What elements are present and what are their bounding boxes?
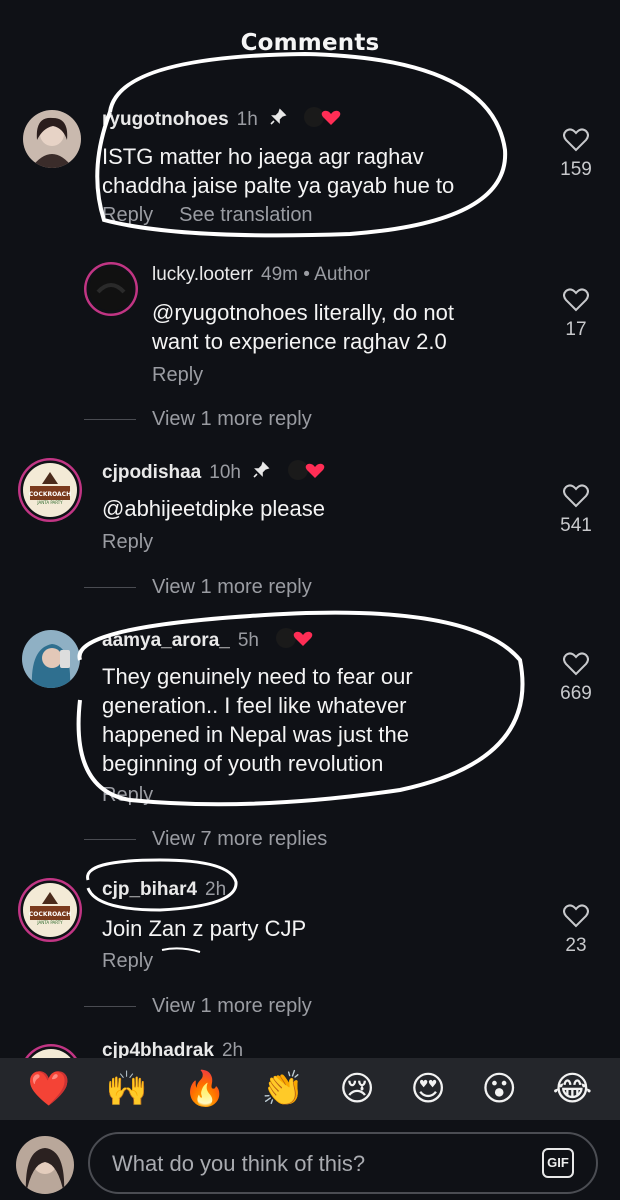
emoji-heart-eyes[interactable]: 😍 xyxy=(410,1069,445,1109)
timestamp: 5h xyxy=(237,630,259,652)
emoji-laughing[interactable]: 😂 xyxy=(552,1069,592,1109)
timestamp: 10h xyxy=(209,462,241,484)
avatar[interactable] xyxy=(23,110,81,168)
divider xyxy=(84,1006,136,1007)
like-button[interactable]: 159 xyxy=(546,128,606,181)
creator-liked-icon xyxy=(300,106,342,134)
comment-text: ISTG matter ho jaega agr raghav chaddha … xyxy=(102,144,455,198)
username[interactable]: aamya_arora_ xyxy=(102,630,230,651)
reply-button[interactable]: Reply xyxy=(102,784,153,806)
heart-outline-icon[interactable] xyxy=(563,288,589,312)
reply-button[interactable]: Reply xyxy=(152,364,203,386)
view-more-replies[interactable]: View 1 more reply xyxy=(84,408,312,431)
avatar[interactable] xyxy=(22,630,80,688)
pin-icon xyxy=(252,461,270,485)
username[interactable]: ryugotnohoes xyxy=(102,109,229,130)
emoji-fire[interactable]: 🔥 xyxy=(184,1069,226,1109)
emoji-reaction-bar: ❤️ 🙌 🔥 👏 😢 😍 😮 😂 xyxy=(0,1058,620,1120)
like-count: 17 xyxy=(565,319,587,340)
heart-outline-icon[interactable] xyxy=(563,128,589,152)
comment-text: Join Zan z party CJP xyxy=(102,916,307,941)
reply-button[interactable]: Reply xyxy=(102,204,153,226)
view-more-replies[interactable]: View 1 more reply xyxy=(84,995,312,1018)
divider xyxy=(84,587,136,588)
avatar[interactable]: COCKROACH JANTA PARTY xyxy=(18,878,82,942)
badge-text: COCKROACH xyxy=(29,491,71,498)
comment-text: @abhijeetdipke please xyxy=(102,496,325,521)
comment-header: cjp_bihar4 2h xyxy=(102,879,226,901)
avatar[interactable]: COCKROACH JANTA PARTY xyxy=(18,458,82,522)
emoji-clap[interactable]: 👏 xyxy=(262,1069,304,1109)
pin-icon xyxy=(269,108,287,132)
comment-header: aamya_arora_ 5h xyxy=(102,627,314,655)
my-avatar xyxy=(16,1136,74,1194)
divider xyxy=(84,419,136,420)
emoji-crying[interactable]: 😢 xyxy=(339,1069,374,1109)
avatar[interactable] xyxy=(84,262,138,316)
timestamp: 49m xyxy=(261,264,298,285)
view-more-replies[interactable]: View 1 more reply xyxy=(84,576,312,599)
comment-header: cjpodishaa 10h xyxy=(102,459,326,487)
author-tag: • Author xyxy=(303,264,371,285)
gif-button[interactable]: GIF xyxy=(542,1148,574,1178)
badge-text: COCKROACH xyxy=(29,911,71,918)
like-button[interactable]: 23 xyxy=(546,904,606,957)
timestamp: 2h xyxy=(205,879,227,900)
like-button[interactable]: 541 xyxy=(546,484,606,537)
comment-text: They genuinely need to fear our generati… xyxy=(102,664,413,776)
comment-header: lucky.looterr 49m • Author xyxy=(152,264,370,286)
comment-actions: Reply See translation xyxy=(102,204,339,227)
like-count: 541 xyxy=(560,515,592,536)
comment-actions: Reply xyxy=(102,784,179,807)
timestamp: 1h xyxy=(236,109,258,131)
username[interactable]: cjpodishaa xyxy=(102,462,201,483)
badge-text: JANTA PARTY xyxy=(36,500,63,505)
username[interactable]: cjp_bihar4 xyxy=(102,879,197,900)
view-more-replies[interactable]: View 7 more replies xyxy=(84,828,327,851)
emoji-surprised[interactable]: 😮 xyxy=(481,1069,516,1109)
emoji-heart[interactable]: ❤️ xyxy=(28,1069,70,1109)
comment-input[interactable]: What do you think of this? GIF xyxy=(88,1132,598,1194)
comment-actions: Reply xyxy=(102,531,179,554)
see-translation-button[interactable]: See translation xyxy=(179,204,312,226)
page-title: Comments xyxy=(240,30,380,56)
like-count: 669 xyxy=(560,683,592,704)
comment-actions: Reply xyxy=(102,950,179,973)
badge-text: JANTA PARTY xyxy=(36,920,63,925)
creator-liked-icon xyxy=(284,459,326,487)
heart-outline-icon[interactable] xyxy=(563,484,589,508)
like-button[interactable]: 669 xyxy=(546,652,606,705)
creator-liked-icon xyxy=(272,627,314,655)
comment-header: ryugotnohoes 1h xyxy=(102,106,342,134)
like-count: 23 xyxy=(565,935,587,956)
heart-outline-icon[interactable] xyxy=(563,904,589,928)
reply-button[interactable]: Reply xyxy=(102,531,153,553)
like-button[interactable]: 17 xyxy=(546,288,606,341)
reply-button[interactable]: Reply xyxy=(102,950,153,972)
emoji-raised-hands[interactable]: 🙌 xyxy=(106,1069,148,1109)
username[interactable]: lucky.looterr xyxy=(152,264,253,285)
heart-outline-icon[interactable] xyxy=(563,652,589,676)
comment-input-placeholder[interactable]: What do you think of this? xyxy=(112,1151,365,1177)
divider xyxy=(84,839,136,840)
like-count: 159 xyxy=(560,159,592,180)
comment-text: @ryugotnohoes literally, do not want to … xyxy=(152,300,454,354)
comment-actions: Reply xyxy=(152,364,229,387)
